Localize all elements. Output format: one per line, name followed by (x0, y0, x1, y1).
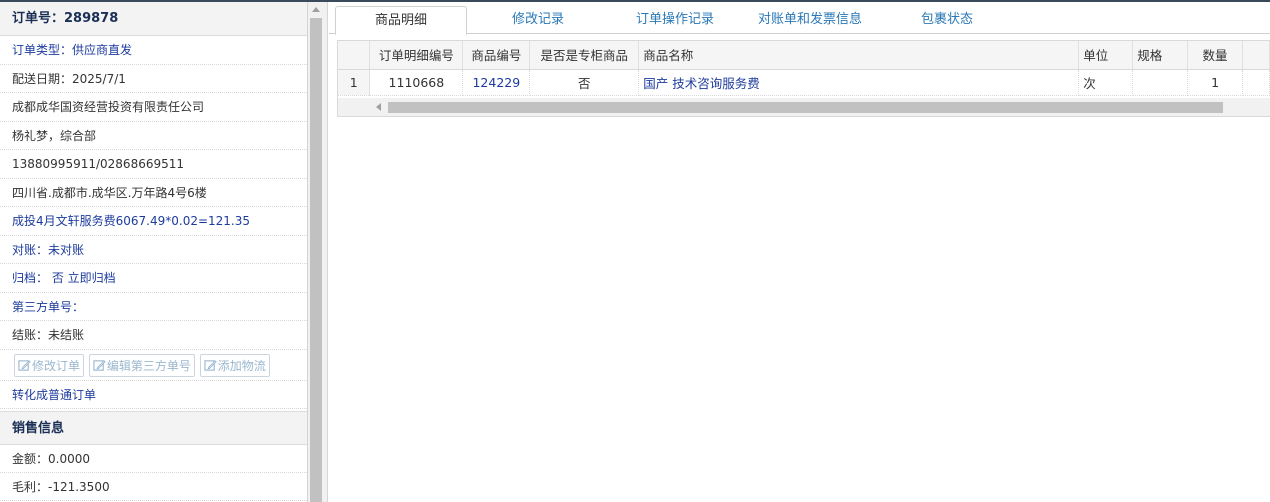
column-header-detail-id[interactable]: 订单明细编号 (369, 41, 464, 70)
table-row[interactable]: 1 1110668 124229 否 国产 技术咨询服务费 次 1 (338, 69, 1270, 96)
edit-icon (93, 359, 106, 371)
add-logistics-label: 添加物流 (217, 358, 266, 373)
detail-id-cell: 1110668 (369, 69, 464, 96)
add-logistics-button[interactable]: 添加物流 (199, 353, 270, 377)
edit-order-button[interactable]: 修改订单 (14, 353, 85, 377)
scroll-left-arrow-icon[interactable] (376, 103, 381, 111)
order-number-title: 订单号：289878 (0, 2, 307, 36)
filler-cell (1242, 69, 1270, 96)
is-counter-cell: 否 (529, 69, 640, 96)
edit-order-label: 修改订单 (32, 358, 81, 373)
product-name-link[interactable]: 国产 技术咨询服务费 (638, 69, 1080, 96)
tab-order-operation-log[interactable]: 订单操作记录 (615, 6, 735, 34)
edit-icon (18, 359, 31, 371)
order-action-buttons: 修改订单 编辑第三方单号 添加物流 (0, 350, 307, 381)
edit-icon (204, 359, 217, 371)
convert-to-normal-order-link[interactable]: 转化成普通订单 (0, 381, 307, 409)
reconciliation-status: 对账：未对账 (0, 236, 307, 264)
spec-cell (1132, 69, 1189, 96)
detail-tabs: 商品明细 修改记录 订单操作记录 对账单和发票信息 包裹状态 (329, 2, 1270, 35)
tab-package-status[interactable]: 包裹状态 (901, 6, 993, 34)
grid-horizontal-scrollbar[interactable] (338, 98, 1270, 116)
order-type: 订单类型：供应商直发 (0, 36, 307, 65)
contact-person: 杨礼梦，综合部 (0, 122, 307, 150)
tab-product-details[interactable]: 商品明细 (335, 6, 467, 35)
archive-status[interactable]: 归档： 否 立即归档 (0, 264, 307, 293)
column-header-product-id[interactable]: 商品编号 (462, 41, 531, 70)
sales-amount: 金额：0.0000 (0, 445, 307, 473)
column-header-quantity[interactable]: 数量 (1187, 41, 1244, 70)
detail-panel: 商品明细 修改记录 订单操作记录 对账单和发票信息 包裹状态 订单明细编号 商品… (329, 2, 1270, 502)
column-header-is-counter[interactable]: 是否是专柜商品 (529, 41, 640, 70)
settlement-status: 结账：未结账 (0, 321, 307, 350)
scrollbar-thumb[interactable] (310, 18, 322, 502)
edit-third-party-label: 编辑第三方单号 (106, 358, 191, 373)
row-number-cell: 1 (338, 69, 371, 96)
left-panel-scrollbar[interactable] (308, 2, 328, 502)
sales-info-title: 销售信息 (0, 411, 307, 445)
scroll-up-arrow-icon[interactable] (312, 7, 320, 12)
third-party-order-number: 第三方单号： (0, 293, 307, 321)
contact-phone: 13880995911/02868669511 (0, 150, 307, 179)
table-header-row: 订单明细编号 商品编号 是否是专柜商品 商品名称 单位 规格 数量 (338, 41, 1270, 70)
column-header-product-name[interactable]: 商品名称 (638, 41, 1080, 70)
delivery-address: 四川省.成都市.成华区.万年路4号6楼 (0, 179, 307, 207)
product-detail-grid: 订单明细编号 商品编号 是否是专柜商品 商品名称 单位 规格 数量 1 1110… (337, 40, 1270, 117)
order-info-panel: 订单号：289878 订单类型：供应商直发 配送日期：2025/7/1 成都成华… (0, 2, 308, 502)
tab-modification-log[interactable]: 修改记录 (479, 6, 597, 34)
product-id-link[interactable]: 124229 (462, 69, 531, 96)
column-header-filler (1242, 41, 1270, 70)
edit-third-party-number-button[interactable]: 编辑第三方单号 (88, 353, 195, 377)
sales-profit: 毛利：-121.3500 (0, 473, 307, 501)
quantity-cell: 1 (1187, 69, 1244, 96)
column-header-unit[interactable]: 单位 (1078, 41, 1134, 70)
order-remark: 成投4月文轩服务费6067.49*0.02=121.35 (0, 207, 307, 236)
column-header-row-number (338, 41, 371, 70)
customer-company: 成都成华国资经营投资有限责任公司 (0, 93, 307, 122)
tab-statement-invoice-info[interactable]: 对账单和发票信息 (741, 6, 879, 34)
unit-cell: 次 (1078, 69, 1134, 96)
column-header-spec[interactable]: 规格 (1132, 41, 1189, 70)
horizontal-scrollbar-thumb[interactable] (388, 102, 1223, 113)
delivery-date: 配送日期：2025/7/1 (0, 65, 307, 93)
